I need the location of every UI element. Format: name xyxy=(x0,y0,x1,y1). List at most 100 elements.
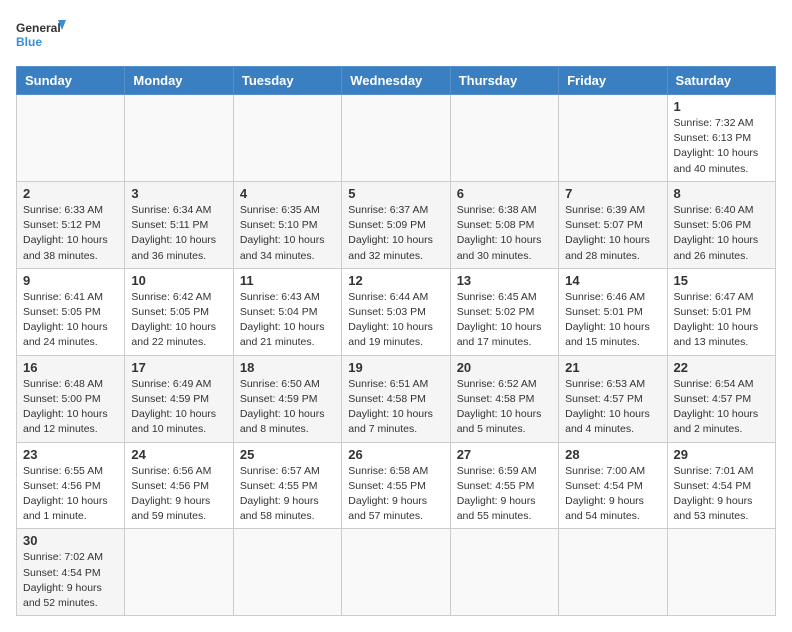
day-info: Sunrise: 6:43 AM Sunset: 5:04 PM Dayligh… xyxy=(240,290,335,351)
calendar-cell: 16 Sunrise: 6:48 AM Sunset: 5:00 PM Dayli… xyxy=(17,355,125,442)
day-info: Sunrise: 7:32 AM Sunset: 6:13 PM Dayligh… xyxy=(674,116,769,177)
weekday-header-tuesday: Tuesday xyxy=(233,67,341,95)
calendar-cell: 26 Sunrise: 6:58 AM Sunset: 4:55 PM Dayli… xyxy=(342,442,450,529)
day-number: 20 xyxy=(457,360,552,375)
day-info: Sunrise: 6:55 AM Sunset: 4:56 PM Dayligh… xyxy=(23,464,118,525)
calendar-table: SundayMondayTuesdayWednesdayThursdayFrid… xyxy=(16,66,776,616)
calendar-cell: 4Sunrise: 6:35 AM Sunset: 5:10 PM Daylig… xyxy=(233,181,341,268)
day-number: 19 xyxy=(348,360,443,375)
day-info: Sunrise: 6:40 AM Sunset: 5:06 PM Dayligh… xyxy=(674,203,769,264)
calendar-cell: 27 Sunrise: 6:59 AM Sunset: 4:55 PM Dayli… xyxy=(450,442,558,529)
calendar-cell: 7 Sunrise: 6:39 AM Sunset: 5:07 PM Daylig… xyxy=(559,181,667,268)
day-info: Sunrise: 6:48 AM Sunset: 5:00 PM Dayligh… xyxy=(23,377,118,438)
day-info: Sunrise: 6:45 AM Sunset: 5:02 PM Dayligh… xyxy=(457,290,552,351)
day-number: 10 xyxy=(131,273,226,288)
weekday-header-thursday: Thursday xyxy=(450,67,558,95)
weekday-header-row: SundayMondayTuesdayWednesdayThursdayFrid… xyxy=(17,67,776,95)
day-info: Sunrise: 7:01 AM Sunset: 4:54 PM Dayligh… xyxy=(674,464,769,525)
logo: General Blue xyxy=(16,16,66,56)
day-info: Sunrise: 6:56 AM Sunset: 4:56 PM Dayligh… xyxy=(131,464,226,525)
calendar-cell xyxy=(342,95,450,182)
day-number: 6 xyxy=(457,186,552,201)
day-number: 9 xyxy=(23,273,118,288)
day-info: Sunrise: 6:46 AM Sunset: 5:01 PM Dayligh… xyxy=(565,290,660,351)
day-info: Sunrise: 6:33 AM Sunset: 5:12 PM Dayligh… xyxy=(23,203,118,264)
calendar-cell: 28 Sunrise: 7:00 AM Sunset: 4:54 PM Dayli… xyxy=(559,442,667,529)
day-number: 28 xyxy=(565,447,660,462)
day-number: 17 xyxy=(131,360,226,375)
calendar-cell: 22Sunrise: 6:54 AM Sunset: 4:57 PM Dayli… xyxy=(667,355,775,442)
page-header: General Blue xyxy=(16,16,776,56)
calendar-cell: 14Sunrise: 6:46 AM Sunset: 5:01 PM Dayli… xyxy=(559,268,667,355)
logo-svg: General Blue xyxy=(16,16,66,56)
day-number: 13 xyxy=(457,273,552,288)
day-number: 15 xyxy=(674,273,769,288)
day-number: 7 xyxy=(565,186,660,201)
calendar-cell: 21 Sunrise: 6:53 AM Sunset: 4:57 PM Dayli… xyxy=(559,355,667,442)
calendar-cell xyxy=(559,529,667,616)
day-info: Sunrise: 6:34 AM Sunset: 5:11 PM Dayligh… xyxy=(131,203,226,264)
calendar-cell: 2 Sunrise: 6:33 AM Sunset: 5:12 PM Daylig… xyxy=(17,181,125,268)
calendar-cell xyxy=(450,95,558,182)
calendar-cell: 15 Sunrise: 6:47 AM Sunset: 5:01 PM Dayli… xyxy=(667,268,775,355)
day-info: Sunrise: 6:39 AM Sunset: 5:07 PM Dayligh… xyxy=(565,203,660,264)
weekday-header-wednesday: Wednesday xyxy=(342,67,450,95)
calendar-cell: 17 Sunrise: 6:49 AM Sunset: 4:59 PM Dayli… xyxy=(125,355,233,442)
day-info: Sunrise: 6:37 AM Sunset: 5:09 PM Dayligh… xyxy=(348,203,443,264)
calendar-cell xyxy=(233,529,341,616)
day-number: 18 xyxy=(240,360,335,375)
day-number: 22 xyxy=(674,360,769,375)
day-number: 1 xyxy=(674,99,769,114)
day-number: 30 xyxy=(23,533,118,548)
calendar-cell: 8 Sunrise: 6:40 AM Sunset: 5:06 PM Daylig… xyxy=(667,181,775,268)
day-info: Sunrise: 7:00 AM Sunset: 4:54 PM Dayligh… xyxy=(565,464,660,525)
calendar-week-6: 30Sunrise: 7:02 AM Sunset: 4:54 PM Dayli… xyxy=(17,529,776,616)
calendar-cell xyxy=(450,529,558,616)
day-info: Sunrise: 6:41 AM Sunset: 5:05 PM Dayligh… xyxy=(23,290,118,351)
calendar-week-4: 16 Sunrise: 6:48 AM Sunset: 5:00 PM Dayli… xyxy=(17,355,776,442)
general-text: General xyxy=(16,21,61,35)
day-number: 16 xyxy=(23,360,118,375)
day-number: 21 xyxy=(565,360,660,375)
calendar-cell xyxy=(559,95,667,182)
calendar-cell: 29Sunrise: 7:01 AM Sunset: 4:54 PM Dayli… xyxy=(667,442,775,529)
day-info: Sunrise: 6:35 AM Sunset: 5:10 PM Dayligh… xyxy=(240,203,335,264)
day-number: 12 xyxy=(348,273,443,288)
day-info: Sunrise: 6:58 AM Sunset: 4:55 PM Dayligh… xyxy=(348,464,443,525)
day-info: Sunrise: 6:38 AM Sunset: 5:08 PM Dayligh… xyxy=(457,203,552,264)
day-number: 5 xyxy=(348,186,443,201)
calendar-week-3: 9 Sunrise: 6:41 AM Sunset: 5:05 PM Daylig… xyxy=(17,268,776,355)
day-number: 3 xyxy=(131,186,226,201)
calendar-cell xyxy=(125,95,233,182)
day-number: 24 xyxy=(131,447,226,462)
calendar-cell: 9 Sunrise: 6:41 AM Sunset: 5:05 PM Daylig… xyxy=(17,268,125,355)
day-info: Sunrise: 6:49 AM Sunset: 4:59 PM Dayligh… xyxy=(131,377,226,438)
day-info: Sunrise: 6:53 AM Sunset: 4:57 PM Dayligh… xyxy=(565,377,660,438)
calendar-cell: 1 Sunrise: 7:32 AM Sunset: 6:13 PM Daylig… xyxy=(667,95,775,182)
day-info: Sunrise: 6:44 AM Sunset: 5:03 PM Dayligh… xyxy=(348,290,443,351)
day-number: 25 xyxy=(240,447,335,462)
calendar-cell xyxy=(667,529,775,616)
calendar-week-5: 23 Sunrise: 6:55 AM Sunset: 4:56 PM Dayli… xyxy=(17,442,776,529)
calendar-cell: 30Sunrise: 7:02 AM Sunset: 4:54 PM Dayli… xyxy=(17,529,125,616)
day-info: Sunrise: 6:52 AM Sunset: 4:58 PM Dayligh… xyxy=(457,377,552,438)
day-number: 2 xyxy=(23,186,118,201)
day-number: 26 xyxy=(348,447,443,462)
calendar-cell: 19 Sunrise: 6:51 AM Sunset: 4:58 PM Dayli… xyxy=(342,355,450,442)
calendar-cell xyxy=(233,95,341,182)
day-number: 8 xyxy=(674,186,769,201)
day-number: 23 xyxy=(23,447,118,462)
day-number: 27 xyxy=(457,447,552,462)
calendar-cell: 18Sunrise: 6:50 AM Sunset: 4:59 PM Dayli… xyxy=(233,355,341,442)
day-info: Sunrise: 6:57 AM Sunset: 4:55 PM Dayligh… xyxy=(240,464,335,525)
calendar-cell xyxy=(17,95,125,182)
day-info: Sunrise: 6:59 AM Sunset: 4:55 PM Dayligh… xyxy=(457,464,552,525)
day-info: Sunrise: 6:51 AM Sunset: 4:58 PM Dayligh… xyxy=(348,377,443,438)
blue-text: Blue xyxy=(16,35,42,49)
calendar-cell: 13 Sunrise: 6:45 AM Sunset: 5:02 PM Dayli… xyxy=(450,268,558,355)
weekday-header-sunday: Sunday xyxy=(17,67,125,95)
day-info: Sunrise: 6:47 AM Sunset: 5:01 PM Dayligh… xyxy=(674,290,769,351)
calendar-cell: 10Sunrise: 6:42 AM Sunset: 5:05 PM Dayli… xyxy=(125,268,233,355)
calendar-cell: 3 Sunrise: 6:34 AM Sunset: 5:11 PM Daylig… xyxy=(125,181,233,268)
calendar-week-1: 1 Sunrise: 7:32 AM Sunset: 6:13 PM Daylig… xyxy=(17,95,776,182)
